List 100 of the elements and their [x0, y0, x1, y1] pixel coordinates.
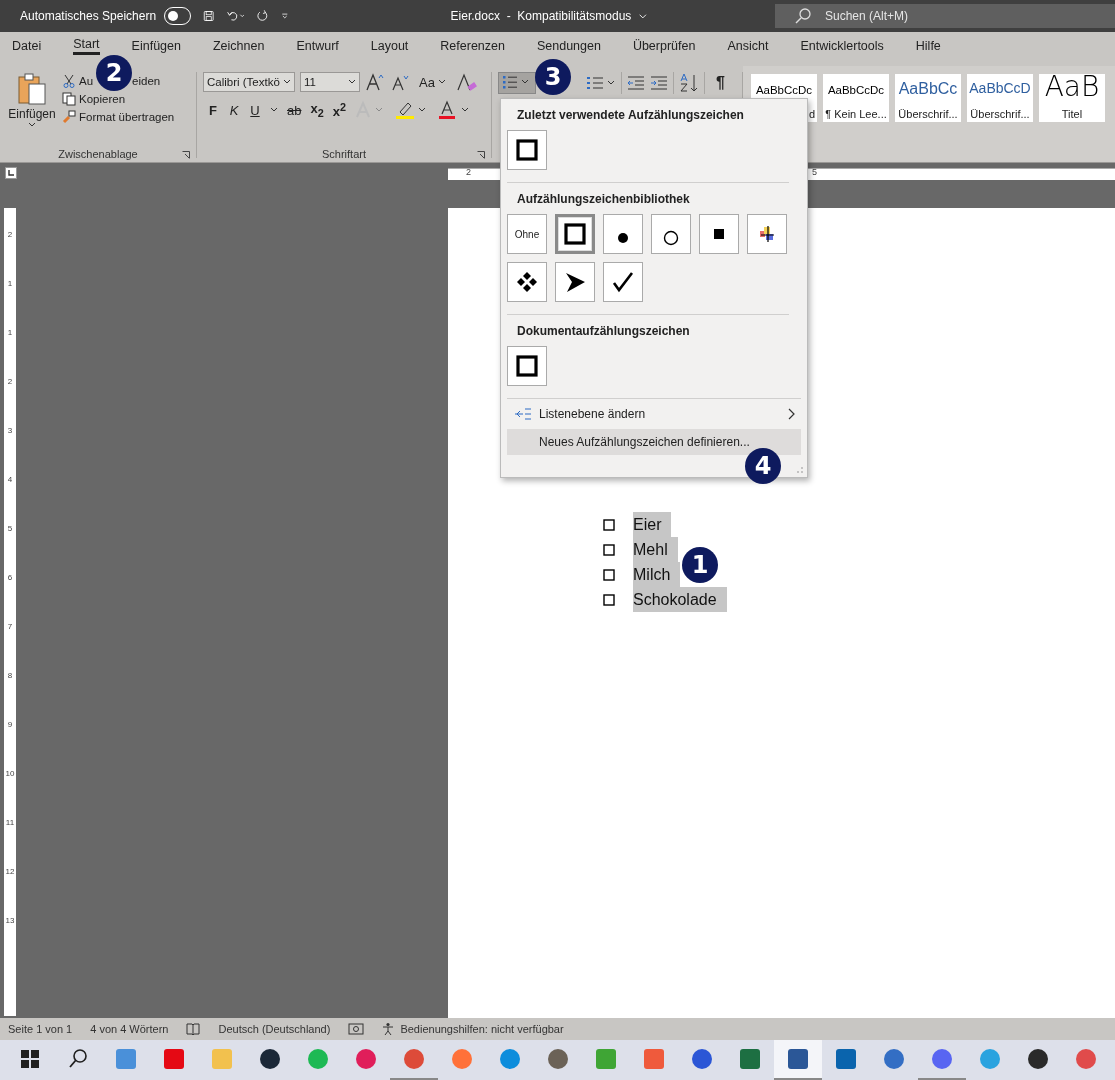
app-icon: [978, 1047, 1002, 1071]
ruler-number: 5: [7, 522, 13, 535]
grow-font-icon[interactable]: [365, 72, 385, 92]
bullet-option[interactable]: [699, 214, 739, 254]
square-bullet-icon: [516, 355, 538, 377]
ribbon-tab[interactable]: Hilfe: [915, 36, 941, 55]
taskbar-button[interactable]: [774, 1040, 822, 1080]
font-color-icon[interactable]: [437, 100, 471, 120]
caret-icon: [348, 79, 356, 85]
chevron-right-icon: [787, 408, 795, 420]
ribbon-tab[interactable]: Datei: [12, 36, 42, 55]
bullet-option[interactable]: [555, 214, 595, 254]
style-option[interactable]: AaB Titel: [1039, 74, 1105, 122]
list-item-text: Mehl: [633, 537, 678, 562]
ribbon-tab[interactable]: Entwicklertools: [800, 36, 884, 55]
search-field[interactable]: Suchen (Alt+M): [774, 4, 1115, 28]
app-icon: [258, 1047, 282, 1071]
ruler-number: 1: [7, 277, 13, 290]
bullet-option[interactable]: [507, 262, 547, 302]
list-item-text: Eier: [633, 512, 672, 537]
display-settings-icon[interactable]: [348, 1022, 365, 1036]
app-icon: [642, 1047, 666, 1071]
list-item-text: Milch: [633, 562, 681, 587]
app-icon: [834, 1047, 858, 1071]
tab-selector-icon[interactable]: [5, 167, 17, 179]
arrowhead-bullet-icon: [564, 271, 586, 293]
caret-icon: [28, 122, 36, 128]
start-icon: [18, 1047, 42, 1071]
ruler-number: 13: [5, 914, 15, 927]
change-case-button[interactable]: Aa: [419, 74, 446, 90]
accessibility-status[interactable]: Bedienungshilfen: nicht verfügbar: [382, 1022, 564, 1036]
ribbon-tab[interactable]: Sendungen: [536, 36, 601, 55]
app-icon: [162, 1047, 186, 1071]
clipboard-icon: [16, 72, 48, 106]
ribbon-tab[interactable]: Referenzen: [440, 36, 505, 55]
ruler-number: 11: [5, 816, 15, 829]
page-count[interactable]: Seite 1 von 1: [8, 1023, 73, 1035]
show-formatting-button[interactable]: ¶: [710, 74, 731, 92]
caret-icon[interactable]: [270, 107, 278, 113]
app-icon: [930, 1047, 954, 1071]
ruler-number: 4: [7, 473, 13, 486]
word-count[interactable]: 4 von 4 Wörtern: [90, 1023, 169, 1035]
dialog-launcher-icon[interactable]: [182, 151, 190, 159]
bullets-button[interactable]: [498, 72, 536, 94]
book-icon[interactable]: [186, 1022, 201, 1036]
autosave-label: Automatisches Speichern: [20, 9, 157, 23]
paste-button[interactable]: Einfügen: [6, 72, 58, 128]
style-option[interactable]: AaBbCc Überschrif...: [895, 74, 961, 122]
bullet-option[interactable]: [747, 214, 787, 254]
clear-formatting-icon[interactable]: [454, 72, 477, 92]
bold-button[interactable]: F: [207, 102, 219, 118]
bullet-option[interactable]: [651, 214, 691, 254]
strikethrough-button[interactable]: ab: [287, 102, 302, 118]
ribbon-tab[interactable]: Layout: [370, 36, 409, 55]
ribbon-tab[interactable]: Zeichnen: [212, 36, 265, 55]
numbering-icon[interactable]: [586, 74, 616, 92]
italic-button[interactable]: K: [228, 102, 240, 118]
format-painter-button[interactable]: Format übertragen: [62, 110, 175, 124]
language-label[interactable]: Deutsch (Deutschland): [218, 1023, 331, 1035]
subscript-button[interactable]: x$_{2}$: [310, 101, 324, 119]
menu-item[interactable]: Listenebene ändern: [507, 401, 801, 427]
diamonds-bullet-icon: [516, 271, 538, 293]
sort-icon[interactable]: [679, 73, 699, 93]
app-icon: [882, 1047, 906, 1071]
menu-item[interactable]: Neues Aufzählungszeichen definieren...: [507, 429, 801, 455]
underline-button[interactable]: U: [249, 102, 261, 118]
font-name-field[interactable]: Calibri (Textkö: [203, 72, 295, 92]
small-square-bullet-icon: [714, 229, 724, 239]
chevron-down-icon[interactable]: [639, 11, 647, 21]
style-option[interactable]: AaBbCcDc ¶ Kein Lee...: [823, 74, 889, 122]
ribbon-tab[interactable]: Einfügen: [131, 36, 181, 55]
ribbon-tab[interactable]: Entwurf: [296, 36, 339, 55]
ribbon-tab[interactable]: Ansicht: [727, 36, 769, 55]
customize-caret-icon[interactable]: [281, 10, 289, 22]
resize-grip-icon[interactable]: [796, 466, 804, 474]
copy-button[interactable]: Kopieren: [62, 92, 175, 106]
bullet-option[interactable]: [507, 346, 547, 386]
app-icon: [690, 1047, 714, 1071]
copy-icon: [62, 92, 76, 106]
list-item-text: Schokolade: [633, 587, 727, 612]
highlighter-icon[interactable]: [394, 100, 428, 120]
caret-icon: [283, 79, 291, 85]
ruler-number: 2: [7, 228, 13, 241]
bullet-option[interactable]: Ohne: [507, 214, 547, 254]
app-icon: [546, 1047, 570, 1071]
bullet-option[interactable]: [603, 262, 643, 302]
bullet-option[interactable]: [555, 262, 595, 302]
dialog-launcher-icon[interactable]: [477, 151, 485, 159]
document-title[interactable]: Eier.docx - Kompatibilitätsmodus: [450, 9, 632, 23]
paintbrush-icon: [62, 110, 76, 124]
ribbon-tab[interactable]: Start: [73, 36, 100, 55]
bullet-option[interactable]: [507, 130, 547, 170]
section-heading: Zuletzt verwendete Aufzählungszeichen: [516, 107, 745, 124]
app-icon: [1026, 1047, 1050, 1071]
superscript-button[interactable]: x$^{2}$: [332, 100, 346, 120]
font-size-field[interactable]: 11: [300, 72, 360, 92]
bullet-option[interactable]: [603, 214, 643, 254]
style-option[interactable]: AaBbCcD Überschrif...: [967, 74, 1033, 122]
ruler-number: 7: [7, 620, 13, 633]
ribbon-tab[interactable]: Überprüfen: [632, 36, 696, 55]
